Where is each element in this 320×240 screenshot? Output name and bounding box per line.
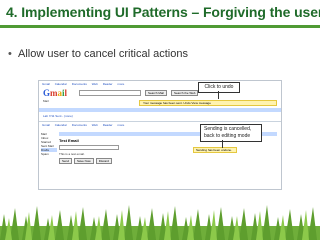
bullet-text: Allow user to cancel critical actions: [18, 48, 188, 60]
slide-title: 4. Implementing UI Patterns – Forgiving …: [6, 4, 320, 20]
email-body[interactable]: This is a test email.: [59, 152, 277, 156]
undo-callout-line: [218, 91, 219, 99]
sending-callout-line: [222, 140, 223, 148]
slide: 4. Implementing UI Patterns – Forgiving …: [0, 0, 320, 240]
undo-callout: Click to undo: [198, 82, 240, 93]
screenshot-sent-state: Gmail Calendar Documents Web Reader more…: [39, 81, 281, 119]
gbar-link[interactable]: Web: [92, 82, 98, 86]
send-button[interactable]: Send: [59, 158, 73, 164]
bullet-dot: •: [8, 48, 12, 60]
bullet-item: • Allow user to cancel critical actions: [8, 48, 188, 60]
gbar-link[interactable]: Calendar: [55, 82, 67, 86]
gbar-link[interactable]: Documents: [72, 123, 87, 127]
save-now-button[interactable]: Save Now: [74, 158, 94, 164]
toolbar-strip: [39, 108, 281, 112]
grass-decoration: [0, 205, 320, 240]
mail-label: Mail: [43, 99, 49, 103]
compose-buttons: Send Save Now Discard: [59, 158, 277, 164]
gbar-link[interactable]: Gmail: [42, 123, 50, 127]
search-web-button[interactable]: Search the Web: [171, 90, 199, 96]
mail-nav: Mail Inbox Starred Sent Mail Drafts Spam: [41, 132, 57, 156]
sending-callout-line1: Sending is cancelled,: [204, 126, 252, 132]
discard-button[interactable]: Discard: [95, 158, 112, 164]
gbar-link[interactable]: Documents: [72, 82, 87, 86]
search-mail-button[interactable]: Search Mail: [145, 90, 167, 96]
gbar-link[interactable]: Gmail: [42, 82, 50, 86]
sent-notice: Your message has been sent. Undo View me…: [139, 100, 277, 106]
gbar-link[interactable]: Reader: [103, 123, 113, 127]
google-bar: Gmail Calendar Documents Web Reader more: [39, 81, 281, 87]
sending-callout-line2: back to editing mode: [204, 133, 251, 139]
gbar-link[interactable]: Web: [92, 123, 98, 127]
sending-callout: Sending is cancelled, back to editing mo…: [200, 124, 262, 142]
gbar-link[interactable]: Reader: [103, 82, 113, 86]
gmail-logo: Gmail: [43, 88, 68, 98]
gbar-link[interactable]: more: [117, 123, 124, 127]
to-field[interactable]: [59, 145, 119, 150]
gbar-link[interactable]: Calendar: [55, 123, 67, 127]
message-row[interactable]: Lab 7/11 Sent - (none): [43, 114, 273, 118]
gbar-link[interactable]: more: [117, 82, 124, 86]
nav-item[interactable]: Spam: [41, 152, 57, 156]
mail-search-input[interactable]: [79, 90, 141, 96]
undone-notice: Sending has been undone.: [193, 147, 237, 153]
title-rule: [0, 25, 320, 28]
